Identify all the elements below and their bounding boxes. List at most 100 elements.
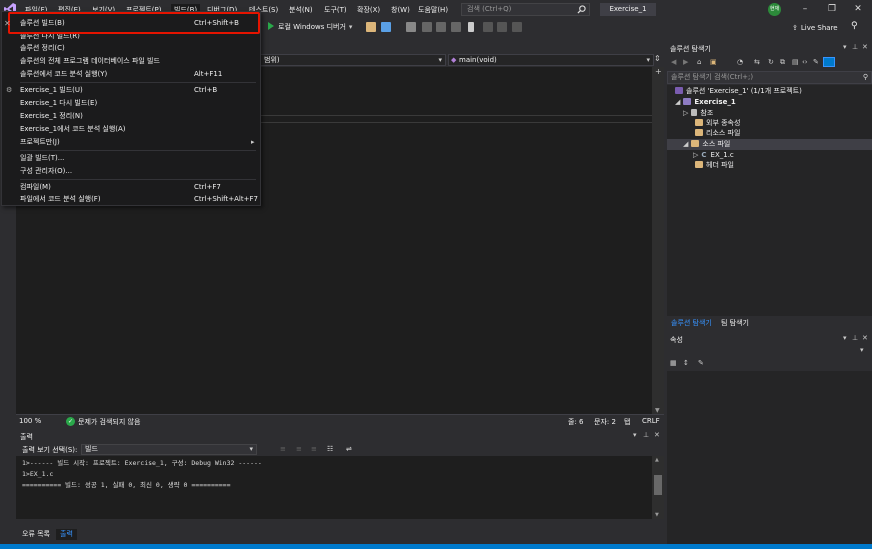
menu-tools[interactable]: 도구(T)	[324, 4, 347, 16]
menu-clean-solution[interactable]: 솔루션 정리(C)	[2, 42, 260, 54]
tree-item-source-files[interactable]: ◢ 소스 파일	[667, 139, 872, 150]
menu-extensions[interactable]: 확장(X)	[357, 4, 380, 16]
zoom-level[interactable]: 100 %	[19, 417, 41, 425]
code-view-icon[interactable]: ‹›	[802, 58, 808, 66]
back-icon[interactable]: ◀	[671, 58, 676, 66]
collapse-arrow-icon: ▷	[693, 151, 699, 159]
property-pages-icon[interactable]: ✎	[698, 359, 704, 367]
menu-batch-build[interactable]: 일괄 빌드(T)...	[2, 152, 260, 164]
clear-all-icon[interactable]: ☷	[327, 445, 333, 453]
search-input[interactable]: 검색 (Ctrl+Q)	[461, 3, 590, 16]
pin-icon[interactable]: ⊥	[852, 334, 858, 342]
step-icon[interactable]	[406, 22, 416, 32]
output-source-select[interactable]: 빌드 ▾	[81, 444, 257, 455]
output-close-icon[interactable]: ✕	[654, 431, 660, 439]
scroll-down-icon[interactable]: ▼	[655, 512, 659, 518]
split-editor-icon[interactable]: ⇕	[654, 54, 661, 63]
maximize-icon[interactable]: ❐	[825, 3, 839, 15]
tab-solution-explorer[interactable]: 솔루션 탐색기	[667, 318, 716, 329]
preview-icon[interactable]	[823, 57, 835, 67]
build-project-icon: ⚙	[6, 86, 13, 94]
menu-help[interactable]: 도움말(H)	[418, 4, 448, 16]
menu-build-program-database[interactable]: 솔루션의 전체 프로그램 데이터베이스 파일 빌드	[2, 55, 260, 67]
solution-icon	[675, 87, 683, 94]
align-icon[interactable]	[422, 22, 432, 32]
tab-setting: 탭	[624, 418, 631, 426]
issues-status[interactable]: 문제가 검색되지 않음	[78, 417, 140, 427]
close-icon[interactable]: ✕	[851, 3, 865, 15]
expand-arrow-icon: ◢	[675, 98, 681, 106]
categorized-icon[interactable]: ▦	[670, 359, 677, 367]
collapse-arrow-icon: ▷	[683, 109, 689, 117]
find-message-icon[interactable]: ≡	[280, 445, 286, 453]
prev-bookmark-icon[interactable]	[483, 22, 493, 32]
menu-project-only[interactable]: 프로젝트만(J) ▸	[2, 136, 260, 148]
switch-views-icon[interactable]: ▣	[710, 58, 717, 66]
menu-window[interactable]: 창(W)	[391, 4, 410, 16]
scroll-down-icon[interactable]: ▼	[655, 407, 660, 414]
show-all-files-icon[interactable]: ▤	[792, 58, 799, 66]
pin-icon[interactable]: ⊥	[643, 431, 649, 439]
column-number: 문자: 2	[594, 418, 616, 426]
menu-configuration-manager[interactable]: 구성 관리자(O)...	[2, 165, 260, 177]
menu-run-code-analysis-solution[interactable]: 솔루션에서 코드 분석 실행(Y) Alt+F11	[2, 68, 260, 80]
home-icon[interactable]: ⌂	[697, 58, 701, 66]
tree-item-resource-files[interactable]: 리소스 파일	[667, 128, 872, 139]
user-avatar[interactable]: 현재	[768, 3, 781, 16]
menu-run-code-analysis-project[interactable]: Exercise_1에서 코드 분석 실행(A)	[2, 123, 260, 135]
sync-icon[interactable]: ⇆	[754, 58, 760, 66]
next-message-icon[interactable]: ≡	[311, 445, 317, 453]
menu-analyze[interactable]: 분석(N)	[289, 4, 313, 16]
panel-options-icon[interactable]: ▾	[843, 334, 847, 342]
output-scrollbar[interactable]: ▲ ▼	[652, 456, 664, 519]
output-text[interactable]: 1>------ 빌드 시작: 프로젝트: Exercise_1, 구성: De…	[16, 456, 652, 519]
vs-window: 파일(F) 편집(E) 보기(V) 프로젝트(P) 빌드(B) 디버그(D) 테…	[0, 0, 872, 549]
tab-output[interactable]: 출력	[56, 529, 77, 540]
menu-compile[interactable]: 컴파일(M) Ctrl+F7	[2, 181, 260, 193]
properties-wrench-icon[interactable]: ✎	[813, 58, 819, 66]
refresh-icon[interactable]: ↻	[768, 58, 774, 66]
tree-item-project[interactable]: ◢ Exercise_1	[667, 97, 872, 108]
tree-label: 외부 종속성	[706, 119, 741, 127]
uncomment-icon[interactable]	[451, 22, 461, 32]
comment-icon[interactable]	[436, 22, 446, 32]
scope-dropdown[interactable]: 범위) ▾	[259, 54, 446, 66]
scroll-thumb[interactable]	[654, 475, 662, 495]
next-bookmark-icon[interactable]	[497, 22, 507, 32]
scroll-up-icon[interactable]: ▲	[655, 457, 659, 463]
prev-message-icon[interactable]: ≡	[296, 445, 302, 453]
properties-object-select[interactable]: ▾	[667, 346, 872, 357]
word-wrap-icon[interactable]: ⇌	[346, 445, 352, 453]
bookmark-icon[interactable]	[468, 22, 474, 32]
scroll-plus-icon[interactable]: +	[655, 67, 662, 76]
solution-explorer-close-icon[interactable]: ✕	[862, 43, 868, 51]
minimize-icon[interactable]: –	[798, 3, 812, 15]
pin-icon[interactable]: ⊥	[852, 43, 858, 51]
properties-header: 속성 ▾ ⊥ ✕	[667, 334, 872, 345]
live-share-button[interactable]: ⇪ Live Share	[792, 21, 838, 35]
tab-team-explorer[interactable]: 팀 탐색기	[717, 318, 753, 329]
function-dropdown[interactable]: ◆ main(void) ▾	[448, 54, 654, 66]
screenshot-icon[interactable]	[381, 22, 391, 32]
editor-status-bar: 100 % ✓ 문제가 검색되지 않음 줄: 6 문자: 2 탭 CRLF	[16, 414, 664, 427]
tab-error-list[interactable]: 오류 목록	[18, 529, 54, 540]
menu-rebuild-project[interactable]: Exercise_1 다시 빌드(E)	[2, 97, 260, 109]
panel-options-icon[interactable]: ▾	[633, 431, 637, 439]
open-folder-icon[interactable]	[366, 22, 376, 32]
tree-item-solution[interactable]: 솔루션 'Exercise_1' (1/1개 프로젝트)	[667, 86, 872, 97]
collapse-all-icon[interactable]: ⧉	[780, 58, 785, 67]
menu-build-project[interactable]: ⚙ Exercise_1 빌드(U) Ctrl+B	[2, 84, 260, 96]
alphabetical-icon[interactable]: ↕	[683, 359, 689, 367]
properties-close-icon[interactable]: ✕	[862, 334, 868, 342]
menu-clean-project[interactable]: Exercise_1 정리(N)	[2, 110, 260, 122]
solution-search-input[interactable]: 솔루션 탐색기 검색(Ctrl+;) ⚲	[667, 71, 872, 84]
editor-scrollbar[interactable]: + ▼	[652, 67, 664, 414]
pending-changes-icon[interactable]: ◔	[737, 58, 743, 66]
forward-icon[interactable]: ▶	[683, 58, 688, 66]
clear-bookmarks-icon[interactable]	[512, 22, 522, 32]
feedback-icon[interactable]: ⚲	[851, 21, 858, 31]
tree-item-header-files[interactable]: 헤더 파일	[667, 160, 872, 171]
panel-options-icon[interactable]: ▾	[843, 43, 847, 51]
start-debugging-button[interactable]: 로컬 Windows 디버거 ▾	[268, 19, 352, 36]
menu-run-code-analysis-file[interactable]: 파일에서 코드 분석 실행(F) Ctrl+Shift+Alt+F7	[2, 193, 260, 205]
